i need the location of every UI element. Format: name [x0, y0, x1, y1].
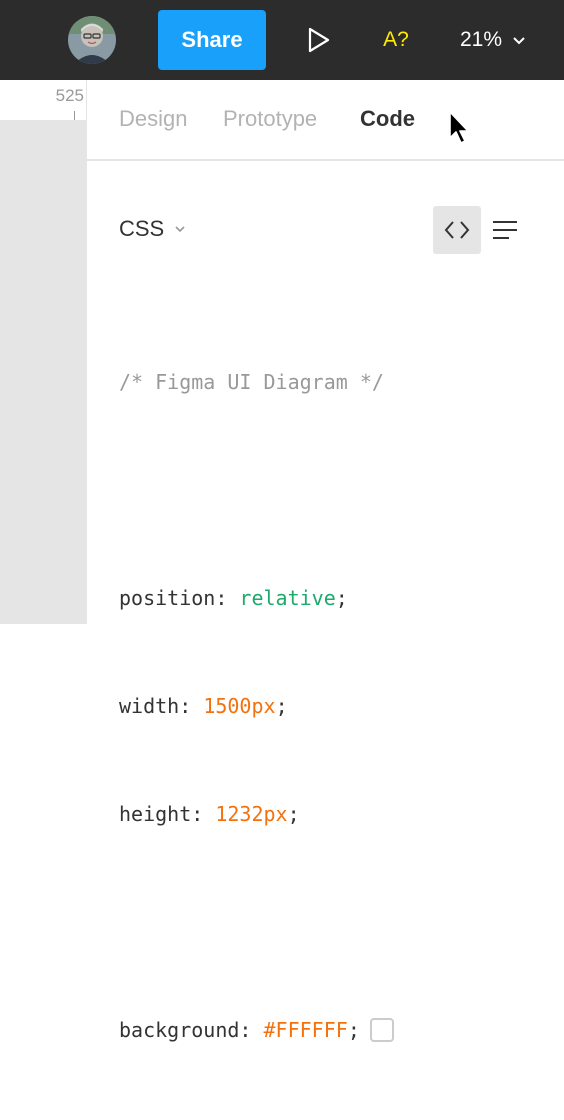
position-value: relative	[239, 586, 336, 610]
height-property: height	[119, 802, 192, 826]
code-brackets-icon	[444, 221, 470, 239]
colon-punct: :	[239, 1018, 264, 1042]
top-toolbar: Share A? 21%	[0, 0, 564, 80]
colon-punct: :	[215, 586, 240, 610]
background-property: background	[119, 1018, 240, 1042]
code-height-line: height: 1232px;	[119, 796, 394, 832]
tab-design[interactable]: Design	[119, 106, 187, 132]
colon-punct: :	[191, 802, 216, 826]
language-label: CSS	[119, 216, 165, 241]
present-button[interactable]	[300, 22, 336, 58]
chevron-down-icon	[513, 37, 525, 45]
panel-tabs: Design Prototype Code	[87, 80, 564, 161]
color-swatch[interactable]	[369, 1018, 394, 1042]
code-width-line: width: 1500px;	[119, 688, 394, 724]
list-view-button[interactable]	[481, 206, 529, 254]
code-view-button[interactable]	[433, 206, 481, 254]
play-icon	[308, 27, 330, 53]
tab-code[interactable]: Code	[360, 106, 415, 132]
width-value: 1500px	[203, 694, 276, 718]
tab-prototype[interactable]: Prototype	[223, 106, 317, 132]
height-value: 1232px	[215, 802, 288, 826]
semicolon-punct: ;	[287, 802, 300, 826]
avatar-image	[68, 16, 116, 64]
width-property: width	[119, 694, 180, 718]
canvas-area[interactable]: 525	[0, 80, 86, 624]
code-background-line: background: #FFFFFF;	[119, 1012, 394, 1048]
background-value: #FFFFFF	[263, 1018, 348, 1042]
code-comment: /* Figma UI Diagram */	[119, 370, 384, 394]
language-dropdown[interactable]: CSS	[119, 216, 186, 242]
colon-punct: :	[179, 694, 204, 718]
zoom-level: 21%	[460, 28, 503, 51]
semicolon-punct: ;	[335, 586, 348, 610]
list-icon	[493, 221, 517, 239]
semicolon-punct: ;	[347, 1018, 360, 1042]
chevron-down-icon	[175, 226, 185, 233]
properties-panel: Design Prototype Code CSS /* Figma UI Di…	[86, 80, 564, 1042]
semicolon-punct: ;	[275, 694, 288, 718]
horizontal-ruler: 525	[0, 80, 86, 120]
position-property: position	[119, 586, 216, 610]
ruler-value: 525	[55, 86, 84, 105]
code-comment-line: /* Figma UI Diagram */	[119, 364, 394, 400]
accessibility-check-button[interactable]: A?	[372, 22, 420, 58]
share-button[interactable]: Share	[158, 10, 266, 70]
user-avatar[interactable]	[68, 16, 116, 64]
css-code-block[interactable]: /* Figma UI Diagram */ position: relativ…	[119, 292, 394, 1120]
code-position-line: position: relative;	[119, 580, 394, 616]
zoom-dropdown[interactable]: 21%	[460, 22, 526, 58]
ruler-tick	[74, 111, 75, 120]
mouse-cursor-icon	[449, 111, 469, 144]
